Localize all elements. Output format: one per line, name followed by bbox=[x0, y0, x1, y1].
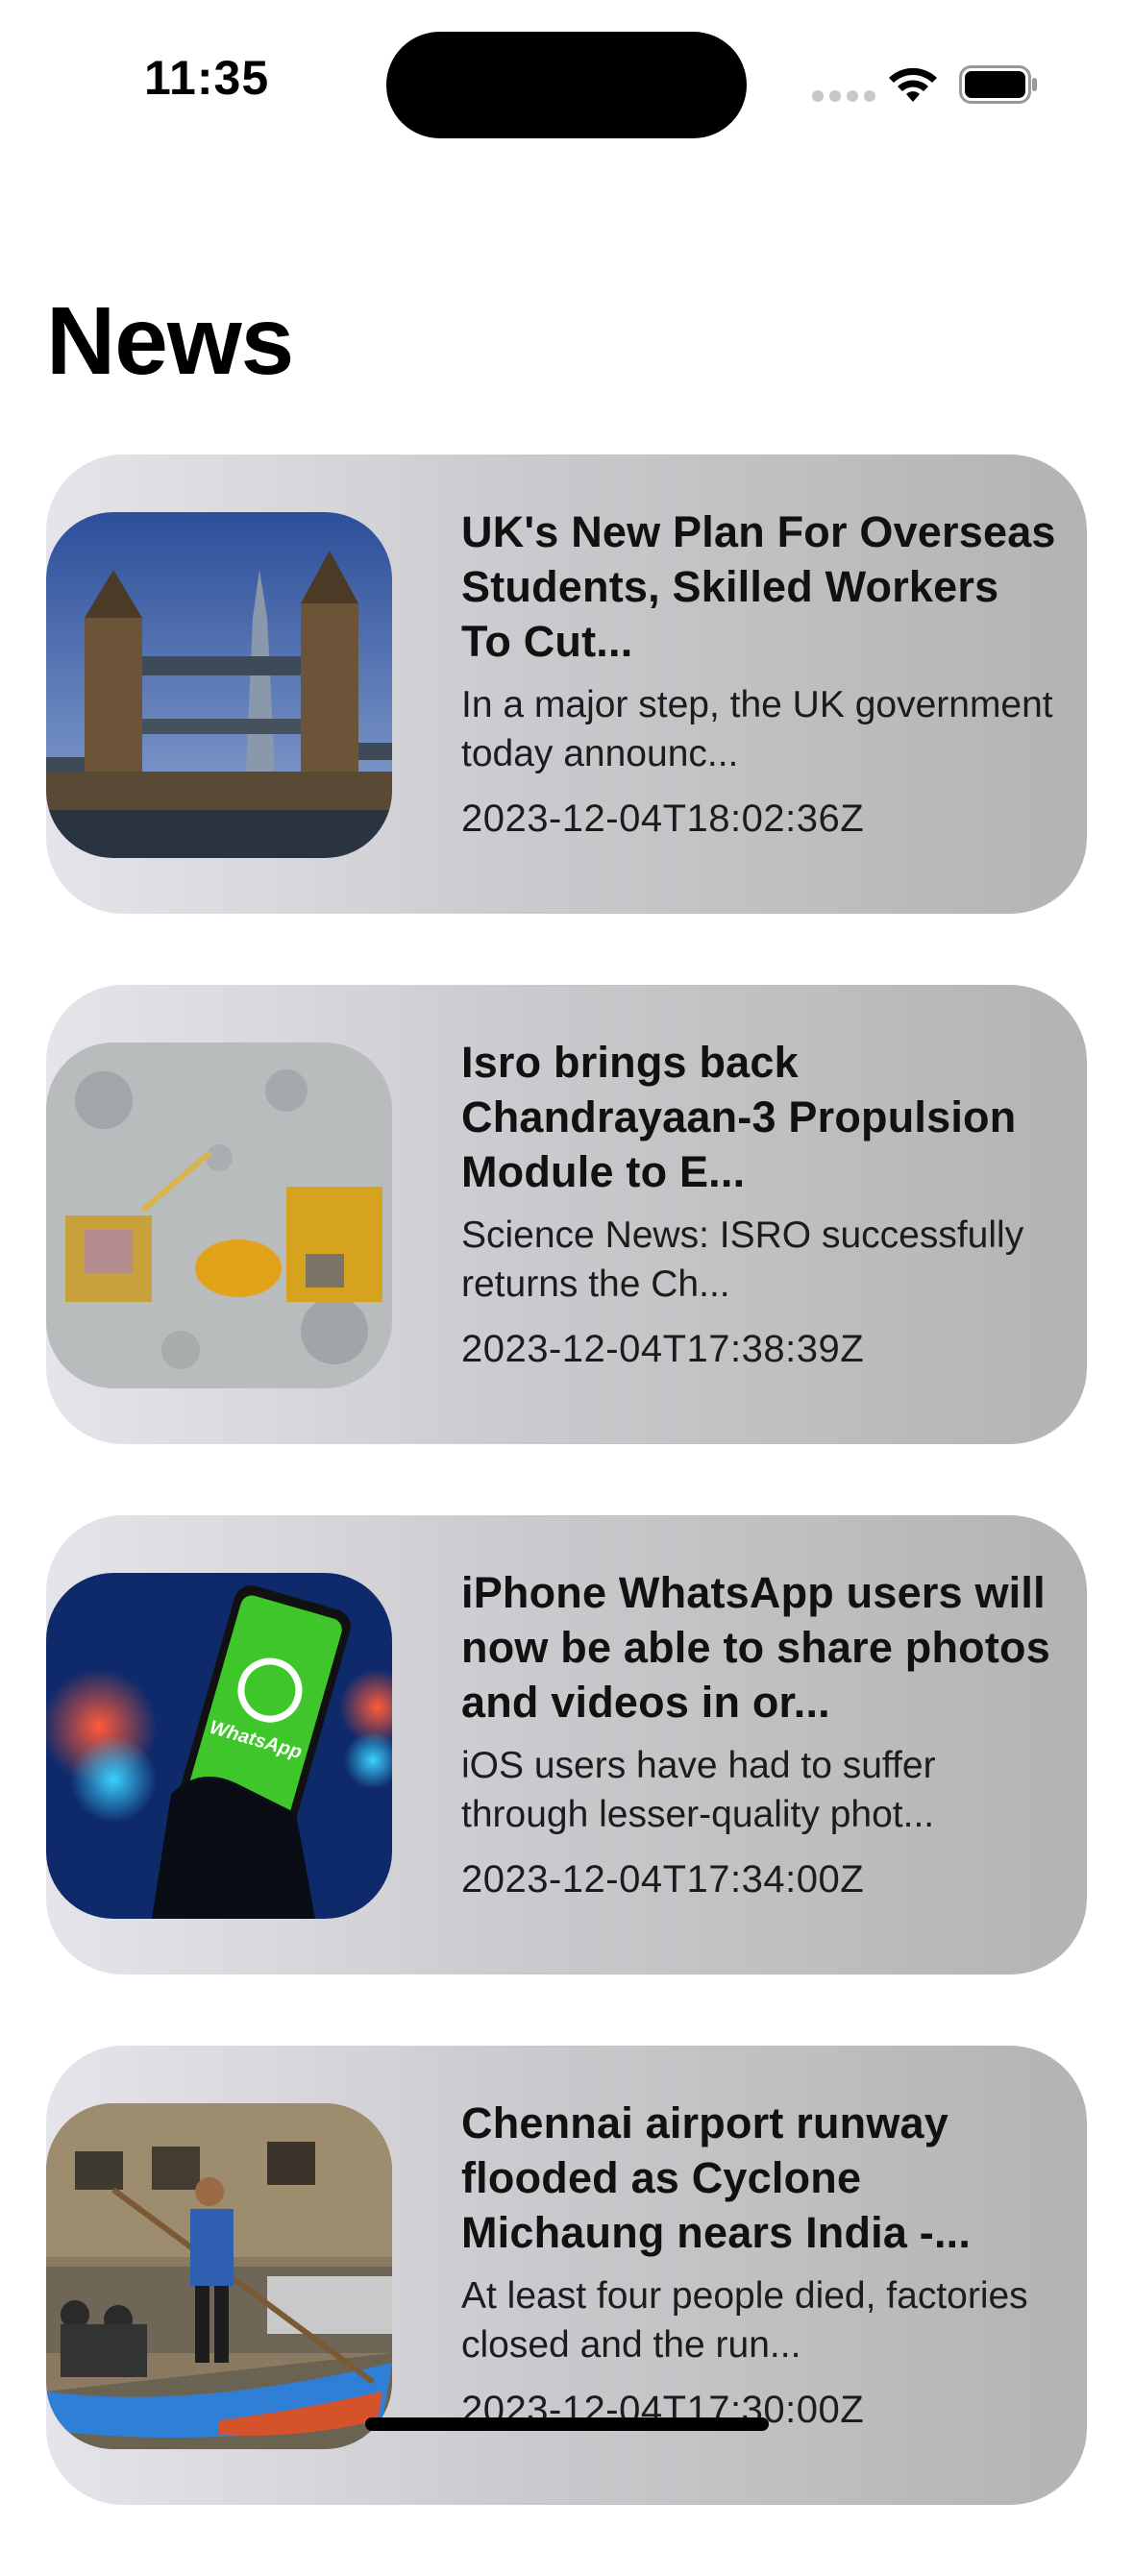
news-date: 2023-12-04T18:02:36Z bbox=[461, 797, 865, 840]
home-indicator[interactable] bbox=[365, 2417, 769, 2431]
news-card[interactable]: WhatsApp iPhone WhatsApp users will now … bbox=[46, 1515, 1087, 1975]
wifi-icon bbox=[889, 67, 937, 102]
news-card[interactable]: UK's New Plan For Overseas Students, Ski… bbox=[46, 454, 1087, 914]
news-text: Isro brings back Chandrayaan-3 Propulsio… bbox=[461, 1035, 1057, 1371]
news-title: iPhone WhatsApp users will now be able t… bbox=[461, 1568, 1050, 1727]
news-text: iPhone WhatsApp users will now be able t… bbox=[461, 1565, 1057, 1901]
news-title: Isro brings back Chandrayaan-3 Propulsio… bbox=[461, 1038, 1017, 1196]
news-date: 2023-12-04T17:38:39Z bbox=[461, 1328, 865, 1370]
news-thumbnail bbox=[46, 1043, 392, 1388]
news-description: iOS users have had to suffer through les… bbox=[461, 1745, 936, 1835]
news-thumbnail: WhatsApp bbox=[46, 1573, 392, 1919]
page-title: News bbox=[46, 287, 294, 395]
news-description: At least four people died, factories clo… bbox=[461, 2275, 1028, 2366]
news-title: UK's New Plan For Overseas Students, Ski… bbox=[461, 507, 1056, 666]
news-text: UK's New Plan For Overseas Students, Ski… bbox=[461, 504, 1057, 841]
news-list[interactable]: UK's New Plan For Overseas Students, Ski… bbox=[46, 454, 1087, 2576]
news-card[interactable]: Chennai airport runway flooded as Cyclon… bbox=[46, 2046, 1087, 2505]
dynamic-island bbox=[386, 32, 747, 138]
news-date: 2023-12-04T17:34:00Z bbox=[461, 1858, 865, 1901]
news-thumbnail bbox=[46, 2103, 392, 2449]
status-bar: 11:35 bbox=[0, 0, 1133, 173]
battery-icon bbox=[959, 65, 1037, 104]
news-description: In a major step, the UK government today… bbox=[461, 684, 1053, 774]
status-time: 11:35 bbox=[144, 51, 270, 105]
news-text: Chennai airport runway flooded as Cyclon… bbox=[461, 2096, 1057, 2432]
signal-icon bbox=[812, 90, 875, 102]
news-title: Chennai airport runway flooded as Cyclon… bbox=[461, 2098, 972, 2257]
news-card[interactable]: Isro brings back Chandrayaan-3 Propulsio… bbox=[46, 985, 1087, 1444]
news-thumbnail bbox=[46, 512, 392, 858]
news-description: Science News: ISRO successfully returns … bbox=[461, 1214, 1024, 1305]
